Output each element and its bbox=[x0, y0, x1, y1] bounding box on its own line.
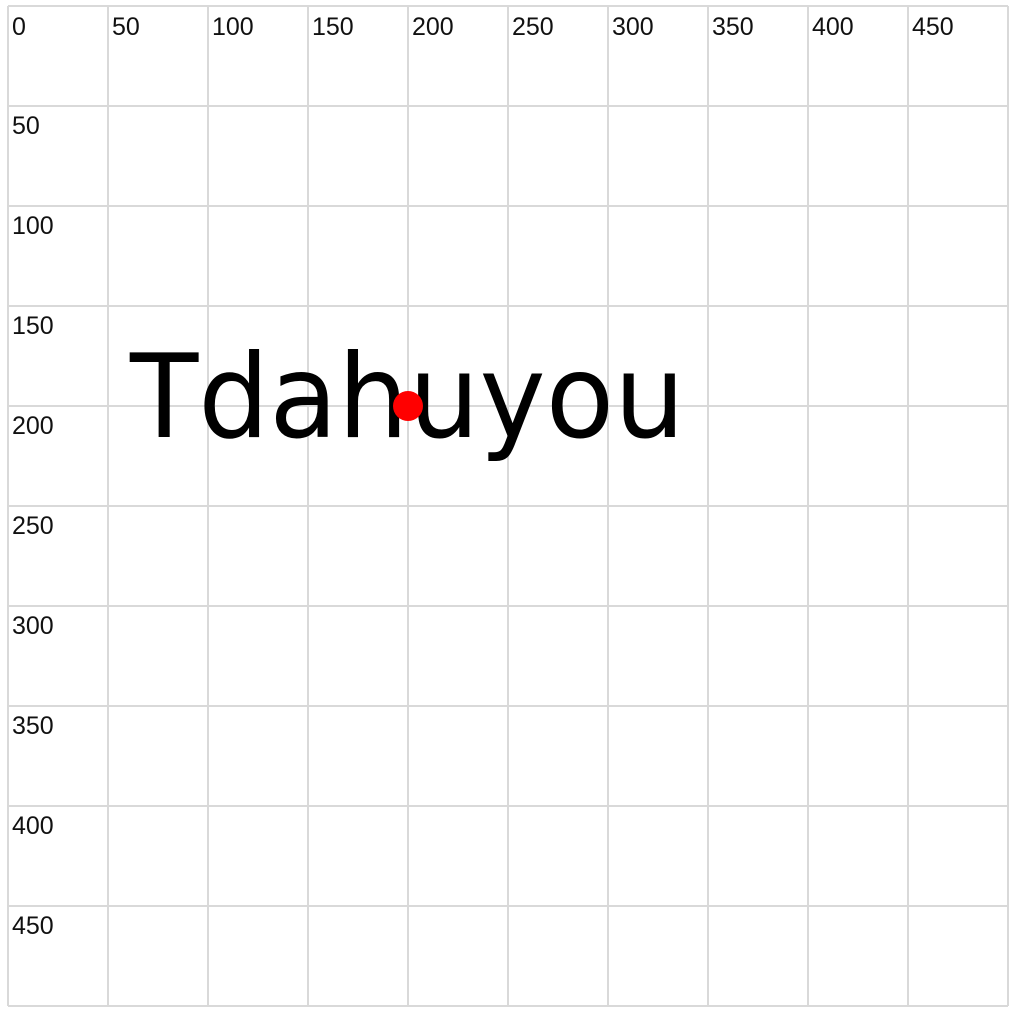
x-tick-label: 50 bbox=[112, 13, 140, 41]
grid-diagram: 0 50 100 150 200 250 300 350 400 450 50 100 150 200 25… bbox=[7, 5, 1009, 1007]
grid-tick-labels: 0 50 100 150 200 250 300 350 400 450 50 100 150 200 25… bbox=[12, 13, 954, 940]
x-tick-label: 150 bbox=[312, 13, 354, 41]
grid-lines bbox=[7, 5, 1009, 1007]
x-tick-label: 350 bbox=[712, 13, 754, 41]
y-tick-label: 50 bbox=[12, 112, 40, 140]
y-tick-label: 350 bbox=[12, 712, 54, 740]
y-tick-label: 450 bbox=[12, 912, 54, 940]
y-tick-label: 400 bbox=[12, 812, 54, 840]
x-tick-label: 100 bbox=[212, 13, 254, 41]
x-tick-label: 0 bbox=[12, 13, 26, 41]
x-tick-label: 450 bbox=[912, 13, 954, 41]
y-tick-label: 200 bbox=[12, 412, 54, 440]
grid-canvas: 0 50 100 150 200 250 300 350 400 450 50 100 150 200 25… bbox=[0, 0, 1028, 1022]
y-tick-label: 300 bbox=[12, 612, 54, 640]
x-tick-label: 400 bbox=[812, 13, 854, 41]
y-tick-label: 150 bbox=[12, 312, 54, 340]
marker-dot bbox=[393, 391, 423, 421]
y-tick-label: 100 bbox=[12, 212, 54, 240]
x-tick-label: 250 bbox=[512, 13, 554, 41]
x-tick-label: 200 bbox=[412, 13, 454, 41]
x-tick-label: 300 bbox=[612, 13, 654, 41]
y-tick-label: 250 bbox=[12, 512, 54, 540]
